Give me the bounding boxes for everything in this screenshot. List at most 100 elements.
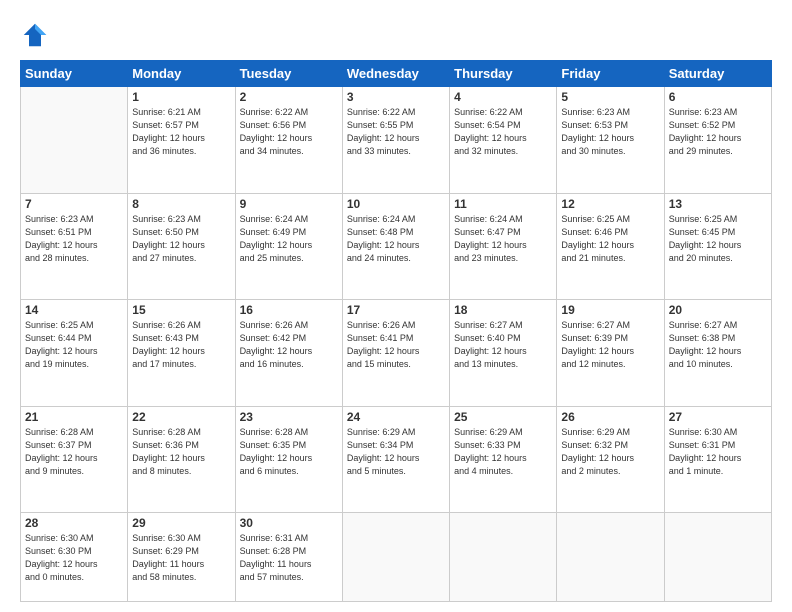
day-number: 23 [240, 410, 338, 424]
day-number: 8 [132, 197, 230, 211]
calendar-cell [342, 513, 449, 602]
day-info: Sunrise: 6:27 AM Sunset: 6:40 PM Dayligh… [454, 319, 552, 371]
calendar-cell: 25Sunrise: 6:29 AM Sunset: 6:33 PM Dayli… [450, 406, 557, 513]
day-number: 20 [669, 303, 767, 317]
day-info: Sunrise: 6:23 AM Sunset: 6:51 PM Dayligh… [25, 213, 123, 265]
calendar-cell: 4Sunrise: 6:22 AM Sunset: 6:54 PM Daylig… [450, 87, 557, 194]
calendar-cell: 5 Sunrise: 6:23 AM Sunset: 6:53 PM Daylig… [557, 87, 664, 194]
calendar-cell: 2 Sunrise: 6:22 AM Sunset: 6:56 PM Daylig… [235, 87, 342, 194]
day-info: Sunrise: 6:21 AM Sunset: 6:57 PM Dayligh… [132, 106, 230, 158]
day-number: 27 [669, 410, 767, 424]
day-info: Sunrise: 6:23 AM Sunset: 6:52 PM Dayligh… [669, 106, 767, 158]
day-info: Sunrise: 6:30 AM Sunset: 6:31 PM Dayligh… [669, 426, 767, 478]
calendar-cell: 26 Sunrise: 6:29 AM Sunset: 6:32 PM Dayli… [557, 406, 664, 513]
calendar-header-row: SundayMondayTuesdayWednesdayThursdayFrid… [21, 61, 772, 87]
day-number: 15 [132, 303, 230, 317]
day-info: Sunrise: 6:23 AM Sunset: 6:53 PM Dayligh… [561, 106, 659, 158]
header [20, 20, 772, 50]
calendar-cell: 20 Sunrise: 6:27 AM Sunset: 6:38 PM Dayli… [664, 300, 771, 407]
day-number: 24 [347, 410, 445, 424]
day-number: 1 [132, 90, 230, 104]
day-number: 26 [561, 410, 659, 424]
logo [20, 20, 54, 50]
day-number: 22 [132, 410, 230, 424]
day-info: Sunrise: 6:26 AM Sunset: 6:41 PM Dayligh… [347, 319, 445, 371]
calendar-cell: 19 Sunrise: 6:27 AM Sunset: 6:39 PM Dayli… [557, 300, 664, 407]
col-header-wednesday: Wednesday [342, 61, 449, 87]
calendar-cell: 17 Sunrise: 6:26 AM Sunset: 6:41 PM Dayli… [342, 300, 449, 407]
calendar-cell: 8Sunrise: 6:23 AM Sunset: 6:50 PM Daylig… [128, 193, 235, 300]
day-number: 29 [132, 516, 230, 530]
day-number: 5 [561, 90, 659, 104]
calendar-cell: 24 Sunrise: 6:29 AM Sunset: 6:34 PM Dayli… [342, 406, 449, 513]
calendar-cell [450, 513, 557, 602]
day-number: 3 [347, 90, 445, 104]
day-number: 25 [454, 410, 552, 424]
day-info: Sunrise: 6:27 AM Sunset: 6:39 PM Dayligh… [561, 319, 659, 371]
day-info: Sunrise: 6:22 AM Sunset: 6:56 PM Dayligh… [240, 106, 338, 158]
calendar-cell: 16 Sunrise: 6:26 AM Sunset: 6:42 PM Dayli… [235, 300, 342, 407]
calendar-week-3: 21 Sunrise: 6:28 AM Sunset: 6:37 PM Dayli… [21, 406, 772, 513]
calendar-cell: 27 Sunrise: 6:30 AM Sunset: 6:31 PM Dayli… [664, 406, 771, 513]
day-info: Sunrise: 6:24 AM Sunset: 6:48 PM Dayligh… [347, 213, 445, 265]
day-info: Sunrise: 6:25 AM Sunset: 6:46 PM Dayligh… [561, 213, 659, 265]
calendar-cell: 11 Sunrise: 6:24 AM Sunset: 6:47 PM Dayli… [450, 193, 557, 300]
day-number: 11 [454, 197, 552, 211]
calendar-cell: 23 Sunrise: 6:28 AM Sunset: 6:35 PM Dayli… [235, 406, 342, 513]
calendar-cell: 22 Sunrise: 6:28 AM Sunset: 6:36 PM Dayli… [128, 406, 235, 513]
day-info: Sunrise: 6:26 AM Sunset: 6:42 PM Dayligh… [240, 319, 338, 371]
day-info: Sunrise: 6:28 AM Sunset: 6:37 PM Dayligh… [25, 426, 123, 478]
day-info: Sunrise: 6:25 AM Sunset: 6:45 PM Dayligh… [669, 213, 767, 265]
calendar-cell: 13Sunrise: 6:25 AM Sunset: 6:45 PM Dayli… [664, 193, 771, 300]
day-info: Sunrise: 6:24 AM Sunset: 6:47 PM Dayligh… [454, 213, 552, 265]
calendar-week-0: 1 Sunrise: 6:21 AM Sunset: 6:57 PM Daylig… [21, 87, 772, 194]
day-info: Sunrise: 6:27 AM Sunset: 6:38 PM Dayligh… [669, 319, 767, 371]
calendar-cell [557, 513, 664, 602]
day-number: 7 [25, 197, 123, 211]
day-info: Sunrise: 6:30 AM Sunset: 6:29 PM Dayligh… [132, 532, 230, 584]
day-info: Sunrise: 6:22 AM Sunset: 6:54 PM Dayligh… [454, 106, 552, 158]
calendar-cell: 14 Sunrise: 6:25 AM Sunset: 6:44 PM Dayli… [21, 300, 128, 407]
page: SundayMondayTuesdayWednesdayThursdayFrid… [0, 0, 792, 612]
calendar: SundayMondayTuesdayWednesdayThursdayFrid… [20, 60, 772, 602]
day-number: 6 [669, 90, 767, 104]
calendar-cell: 15 Sunrise: 6:26 AM Sunset: 6:43 PM Dayli… [128, 300, 235, 407]
day-info: Sunrise: 6:29 AM Sunset: 6:32 PM Dayligh… [561, 426, 659, 478]
day-number: 19 [561, 303, 659, 317]
day-info: Sunrise: 6:26 AM Sunset: 6:43 PM Dayligh… [132, 319, 230, 371]
calendar-cell: 28Sunrise: 6:30 AM Sunset: 6:30 PM Dayli… [21, 513, 128, 602]
logo-icon [20, 20, 50, 50]
day-number: 14 [25, 303, 123, 317]
day-number: 9 [240, 197, 338, 211]
day-info: Sunrise: 6:30 AM Sunset: 6:30 PM Dayligh… [25, 532, 123, 584]
calendar-cell: 10 Sunrise: 6:24 AM Sunset: 6:48 PM Dayli… [342, 193, 449, 300]
day-number: 12 [561, 197, 659, 211]
day-info: Sunrise: 6:28 AM Sunset: 6:36 PM Dayligh… [132, 426, 230, 478]
calendar-cell: 12 Sunrise: 6:25 AM Sunset: 6:46 PM Dayli… [557, 193, 664, 300]
day-number: 17 [347, 303, 445, 317]
day-info: Sunrise: 6:29 AM Sunset: 6:34 PM Dayligh… [347, 426, 445, 478]
day-info: Sunrise: 6:25 AM Sunset: 6:44 PM Dayligh… [25, 319, 123, 371]
calendar-cell: 9 Sunrise: 6:24 AM Sunset: 6:49 PM Daylig… [235, 193, 342, 300]
day-number: 18 [454, 303, 552, 317]
day-number: 21 [25, 410, 123, 424]
day-info: Sunrise: 6:28 AM Sunset: 6:35 PM Dayligh… [240, 426, 338, 478]
col-header-thursday: Thursday [450, 61, 557, 87]
day-number: 30 [240, 516, 338, 530]
day-number: 10 [347, 197, 445, 211]
calendar-cell: 18 Sunrise: 6:27 AM Sunset: 6:40 PM Dayli… [450, 300, 557, 407]
col-header-sunday: Sunday [21, 61, 128, 87]
day-number: 16 [240, 303, 338, 317]
calendar-cell: 30Sunrise: 6:31 AM Sunset: 6:28 PM Dayli… [235, 513, 342, 602]
calendar-cell: 6 Sunrise: 6:23 AM Sunset: 6:52 PM Daylig… [664, 87, 771, 194]
day-number: 2 [240, 90, 338, 104]
calendar-cell: 1 Sunrise: 6:21 AM Sunset: 6:57 PM Daylig… [128, 87, 235, 194]
day-info: Sunrise: 6:24 AM Sunset: 6:49 PM Dayligh… [240, 213, 338, 265]
calendar-cell: 3 Sunrise: 6:22 AM Sunset: 6:55 PM Daylig… [342, 87, 449, 194]
calendar-cell: 7 Sunrise: 6:23 AM Sunset: 6:51 PM Daylig… [21, 193, 128, 300]
day-info: Sunrise: 6:22 AM Sunset: 6:55 PM Dayligh… [347, 106, 445, 158]
calendar-cell [21, 87, 128, 194]
calendar-cell: 21 Sunrise: 6:28 AM Sunset: 6:37 PM Dayli… [21, 406, 128, 513]
calendar-week-2: 14 Sunrise: 6:25 AM Sunset: 6:44 PM Dayli… [21, 300, 772, 407]
calendar-cell [664, 513, 771, 602]
